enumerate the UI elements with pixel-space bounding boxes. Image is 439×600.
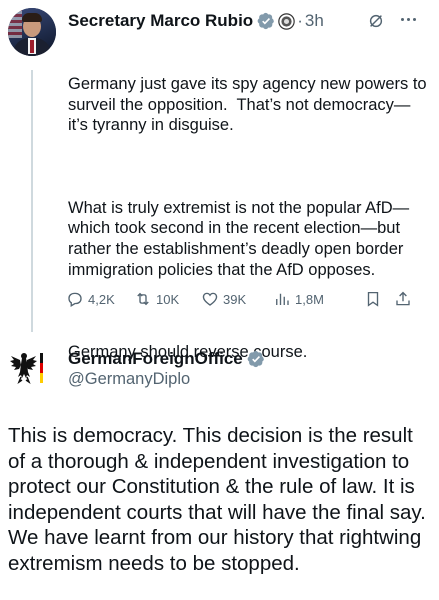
tweet-paragraph: Germany just gave its spy agency new pow… — [68, 75, 432, 135]
bookmark-icon — [367, 291, 379, 307]
verified-badge-icon — [247, 350, 264, 368]
government-seal-icon — [278, 12, 295, 30]
timestamp[interactable]: 3h — [305, 11, 324, 31]
heart-icon — [202, 292, 218, 306]
repost-count: 10K — [156, 291, 180, 307]
post-text: This is democracy. This decision is the … — [8, 424, 426, 575]
tweet-paragraph: What is truly extremist is not the popul… — [68, 198, 410, 279]
views-count: 1,8M — [295, 291, 324, 307]
author-name[interactable]: GermanForeignOffice — [68, 349, 243, 369]
reply-button[interactable]: 4,2K — [66, 290, 115, 308]
federal-eagle-logo-icon[interactable] — [10, 347, 54, 391]
thread-line — [31, 70, 33, 332]
author-name[interactable]: Secretary Marco Rubio — [68, 11, 253, 31]
reply-count: 4,2K — [88, 291, 115, 307]
post-header: GermanForeignOffice — [68, 349, 265, 369]
like-button[interactable]: 39K — [201, 290, 246, 308]
share-button[interactable] — [394, 290, 416, 308]
more-options-icon[interactable] — [401, 18, 416, 21]
avatar[interactable] — [8, 8, 56, 56]
separator-dot: · — [297, 11, 303, 30]
repost-button[interactable]: 10K — [134, 290, 179, 308]
like-count: 39K — [223, 291, 247, 307]
grok-icon[interactable] — [367, 12, 385, 30]
bookmark-button[interactable] — [364, 290, 386, 308]
tweet-header: Secretary Marco Rubio · 3h — [68, 10, 324, 32]
views-chart-icon — [276, 293, 289, 305]
repost-icon — [137, 292, 149, 306]
verified-badge-icon — [257, 12, 275, 30]
author-handle[interactable]: @GermanyDiplo — [68, 370, 190, 389]
reply-icon — [68, 292, 82, 307]
tweet-actions: 4,2K 10K 39K 1,8M — [66, 290, 426, 310]
views-button[interactable]: 1,8M — [273, 290, 324, 308]
share-icon — [396, 291, 410, 306]
